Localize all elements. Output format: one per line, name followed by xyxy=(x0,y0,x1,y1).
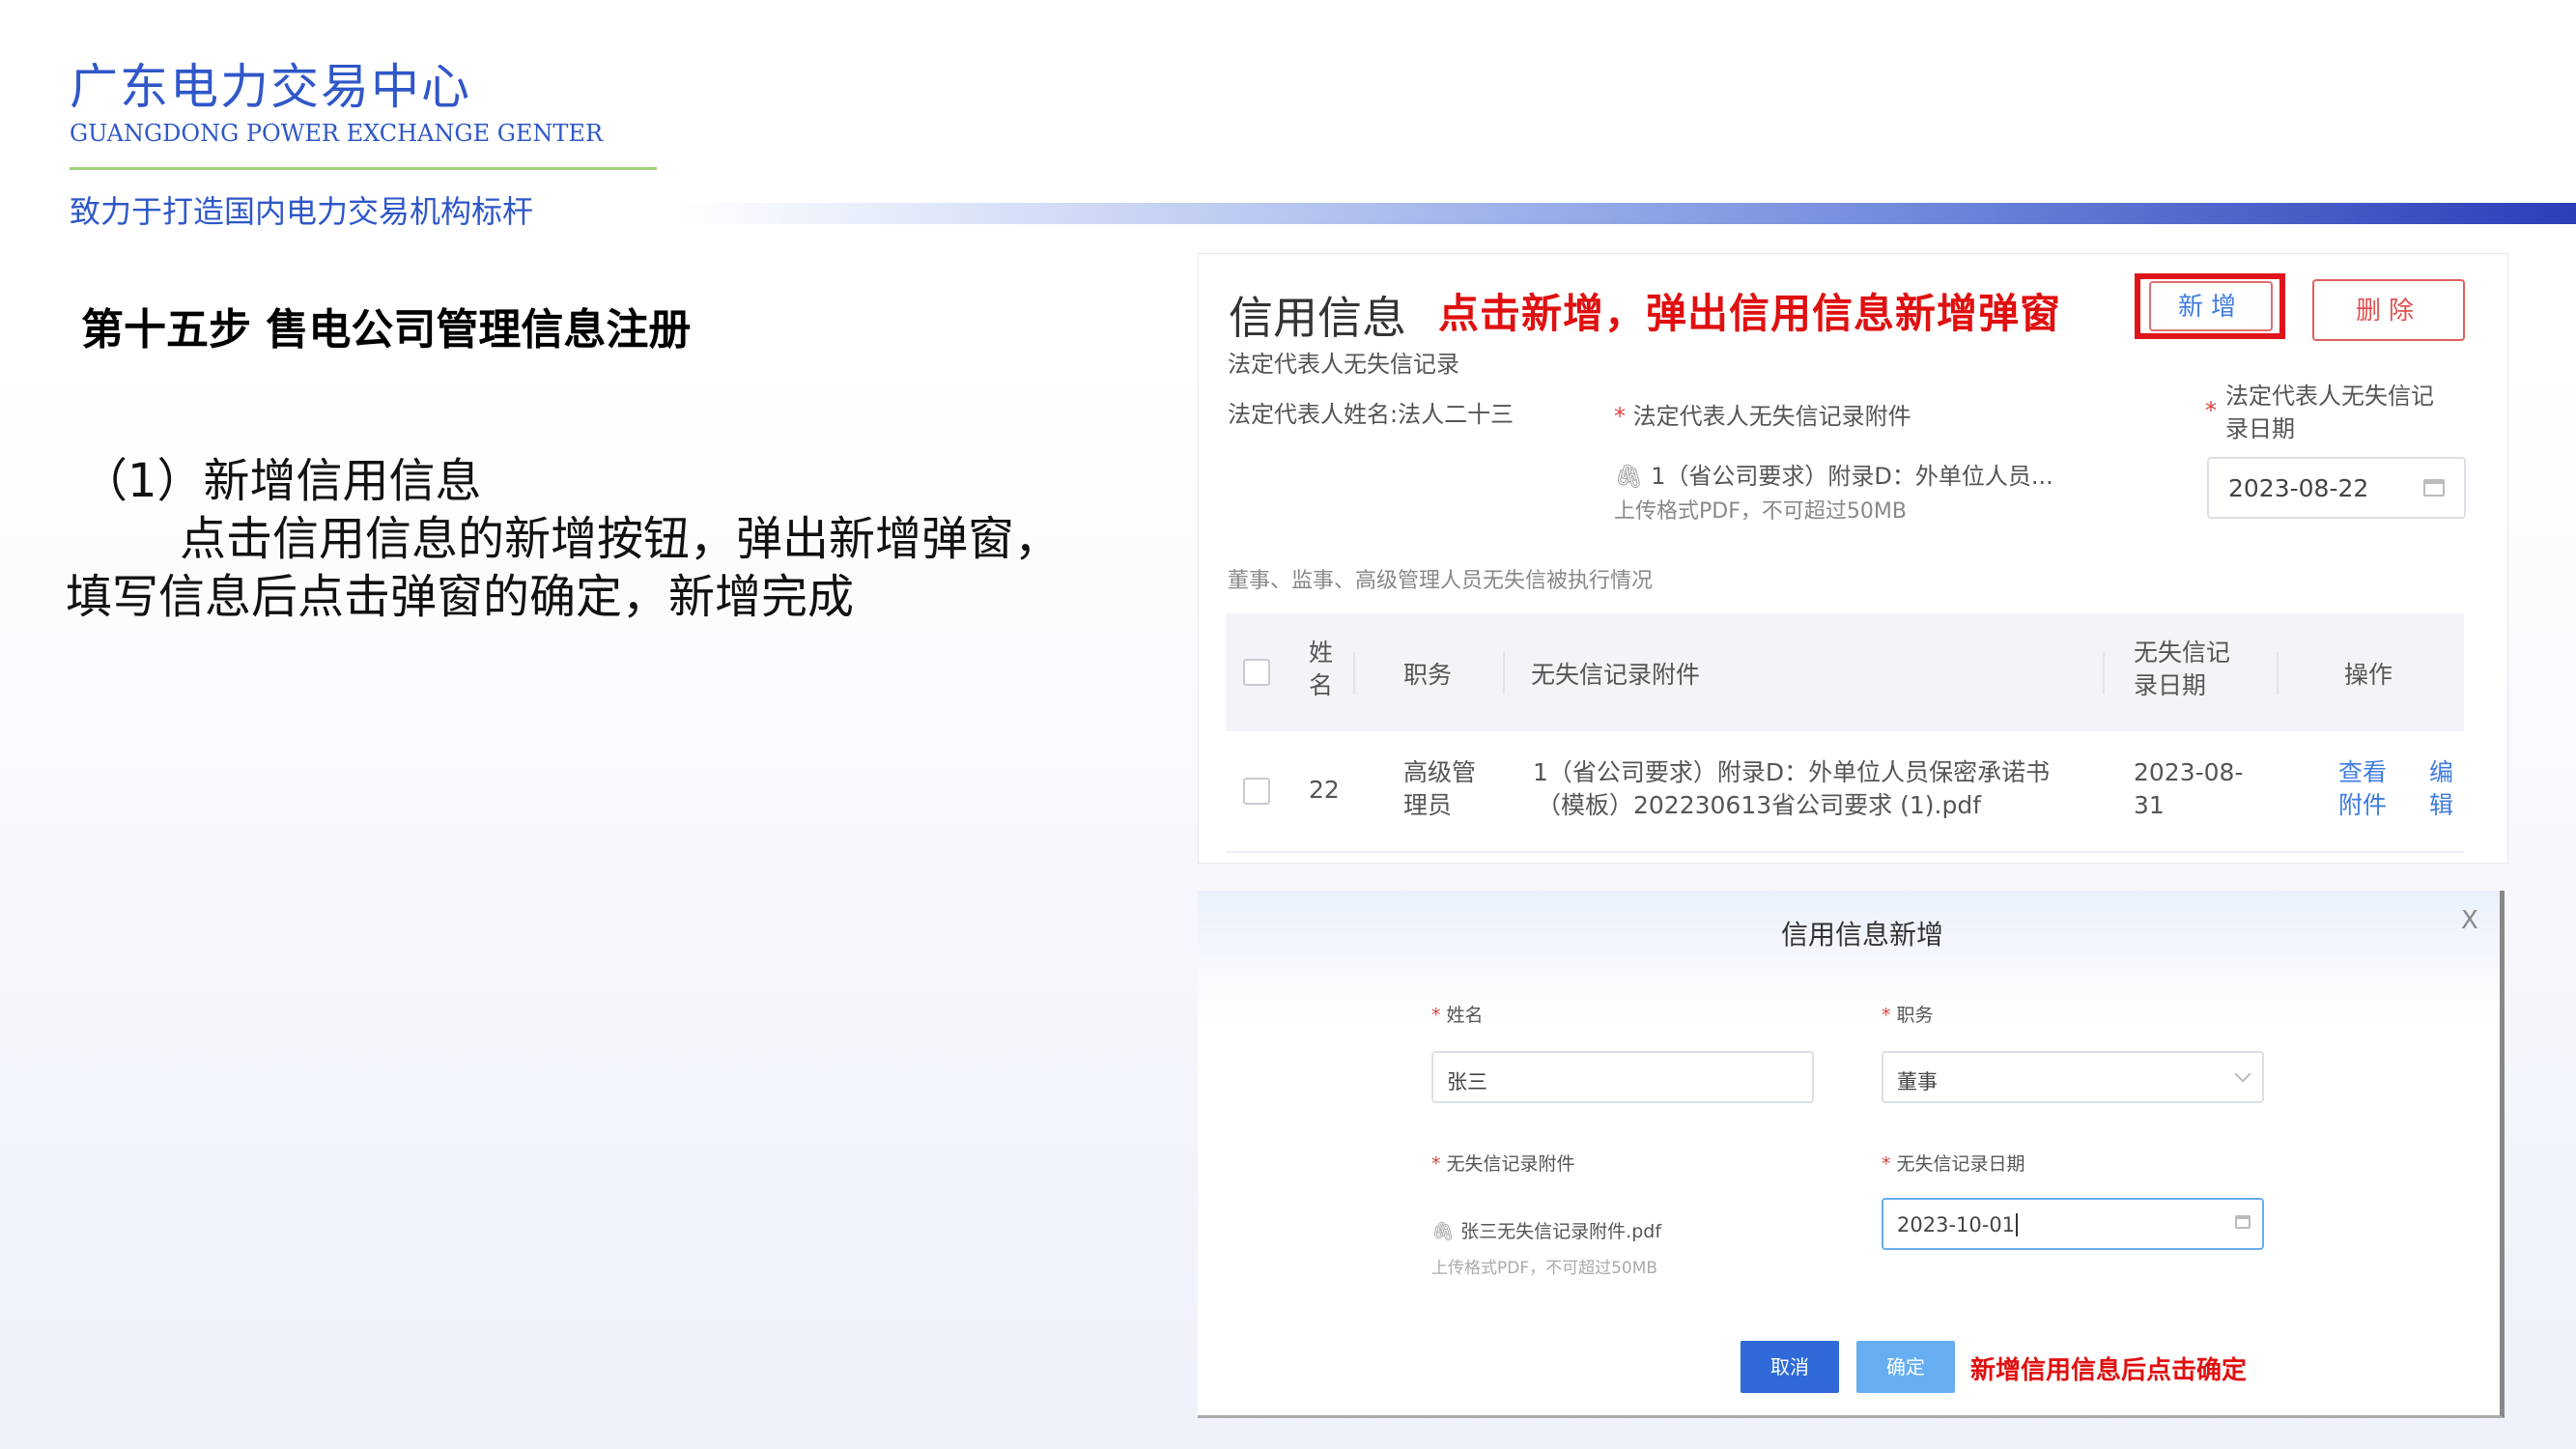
cell-text: 1（省公司要求）附录D：外单位人员保密承诺书 xyxy=(1533,758,2051,786)
input-value: 张三 xyxy=(1447,1070,1487,1094)
annotation-hint: 新增信用信息后点击确定 xyxy=(1970,1356,2248,1385)
calendar-icon xyxy=(2423,479,2445,497)
cell-name: 22 xyxy=(1309,776,1340,804)
attachment-file-link[interactable]: 🖇︎ 1（省公司要求）附录D：外单位人员... xyxy=(1614,457,2053,491)
credit-info-panel: 信用信息 点击新增，弹出信用信息新增弹窗 新增 删除 法定代表人无失信记录 法定… xyxy=(1198,253,2508,864)
link-text: 辑 xyxy=(2429,791,2454,819)
header-text: 名 xyxy=(1309,671,1334,699)
cell-position: 高级管 理员 xyxy=(1403,756,1476,822)
dialog-title: 信用信息新增 xyxy=(1781,919,1944,951)
cancel-button[interactable]: 取消 xyxy=(1741,1341,1839,1393)
attachment-file-link[interactable]: 🖇︎ 张三无失信记录附件.pdf xyxy=(1431,1217,1661,1243)
table-header: 姓 名 职务 无失信记录附件 无失信记 录日期 操作 xyxy=(1226,613,2464,731)
date-picker[interactable]: 2023-08-22 xyxy=(2207,457,2466,519)
close-icon[interactable]: X xyxy=(2461,906,2478,935)
required-mark: * xyxy=(2205,397,2217,424)
date-value: 2023-10-01 xyxy=(1897,1213,2019,1236)
position-select[interactable]: 董事 xyxy=(1882,1051,2264,1103)
date-label-line: 录日期 xyxy=(2225,415,2295,442)
paperclip-icon: 🖇︎ xyxy=(1614,463,1652,490)
name-input[interactable]: 张三 xyxy=(1431,1051,1814,1103)
cell-text: 2023-08- xyxy=(2134,758,2244,786)
date-label: * 无失信记录日期 xyxy=(1882,1153,2025,1175)
table-row: 22 高级管 理员 1（省公司要求）附录D：外单位人员保密承诺书 （模板）202… xyxy=(1226,731,2464,853)
column-divider xyxy=(2103,652,2105,695)
attachment-label: * 法定代表人无失信记录附件 xyxy=(1614,403,1911,430)
description-line: 填写信息后点击弹窗的确定，新增完成 xyxy=(66,570,855,624)
date-label: 法定代表人无失信记 录日期 xyxy=(2225,380,2434,445)
header-position: 职务 xyxy=(1403,661,1453,689)
header-attachment: 无失信记录附件 xyxy=(1531,661,1701,689)
column-divider xyxy=(1503,652,1505,695)
attachment-label: * 无失信记录附件 xyxy=(1431,1153,1575,1175)
legal-rep-name: 法定代表人姓名:法人二十三 xyxy=(1228,395,1514,429)
header-actions: 操作 xyxy=(2344,661,2393,689)
attachment-label-text: 法定代表人无失信记录附件 xyxy=(1632,403,1911,430)
cell-text: 理员 xyxy=(1403,791,1453,819)
label-text: 无失信记录附件 xyxy=(1446,1153,1575,1175)
upload-hint: 上传格式PDF，不可超过50MB xyxy=(1614,499,1907,524)
header-gradient-bar xyxy=(676,203,2576,224)
header-name: 姓 名 xyxy=(1309,637,1333,702)
link-text: 附件 xyxy=(2338,791,2388,819)
edit-link[interactable]: 编 辑 xyxy=(2429,756,2453,822)
link-text: 查看 xyxy=(2338,758,2388,786)
name-label: * 姓名 xyxy=(1431,1005,1484,1026)
step-title: 第十五步 售电公司管理信息注册 xyxy=(81,305,692,355)
section-title: 董事、监事、高级管理人员无失信被执行情况 xyxy=(1228,569,1654,593)
link-text: 编 xyxy=(2429,758,2454,786)
label-text: 无失信记录日期 xyxy=(1896,1153,2025,1175)
position-label: * 职务 xyxy=(1882,1005,1934,1026)
add-button[interactable]: 新增 xyxy=(2149,281,2273,331)
org-name: 广东电力交易中心 xyxy=(70,59,471,115)
calendar-icon xyxy=(2235,1215,2250,1229)
view-attachment-link[interactable]: 查看 附件 xyxy=(2338,756,2387,822)
date-picker[interactable]: 2023-10-01 xyxy=(1882,1198,2264,1250)
label-text: 职务 xyxy=(1896,1005,1934,1026)
credit-add-dialog: 信用信息新增 X * 姓名 张三 * 职务 董事 * 无失信记录附件 🖇︎ 张三… xyxy=(1198,891,2505,1418)
column-divider xyxy=(2277,652,2279,695)
confirm-button[interactable]: 确定 xyxy=(1856,1341,1955,1393)
select-all-checkbox[interactable] xyxy=(1243,659,1270,686)
header-text: 录日期 xyxy=(2134,671,2207,699)
paperclip-icon: 🖇︎ xyxy=(1431,1221,1461,1242)
cell-text: 31 xyxy=(2134,791,2165,819)
delete-button[interactable]: 删除 xyxy=(2312,279,2465,341)
panel-title: 信用信息 xyxy=(1229,292,1406,344)
column-divider xyxy=(1353,652,1355,695)
cell-text: 高级管 xyxy=(1403,758,1477,786)
annotation-hint: 点击新增，弹出信用信息新增弹窗 xyxy=(1438,290,2062,337)
date-label-line: 法定代表人无失信记 xyxy=(2225,383,2434,410)
cell-date: 2023-08- 31 xyxy=(2134,756,2243,822)
header-text: 无失信记 xyxy=(2134,639,2231,667)
cell-text: （模板）202230613省公司要求 (1).pdf xyxy=(1537,791,1981,819)
header-date: 无失信记 录日期 xyxy=(2134,637,2230,702)
row-checkbox[interactable] xyxy=(1243,778,1270,805)
legal-rep-name-value: 法人二十三 xyxy=(1398,401,1514,428)
header-divider xyxy=(70,167,657,170)
upload-hint: 上传格式PDF，不可超过50MB xyxy=(1431,1259,1658,1278)
attachment-file-name: 张三无失信记录附件.pdf xyxy=(1460,1221,1662,1242)
date-value: 2023-08-22 xyxy=(2228,474,2369,502)
header-text: 姓 xyxy=(1309,639,1334,667)
slogan: 致力于打造国内电力交易机构标杆 xyxy=(70,193,534,230)
attachment-file-name: 1（省公司要求）附录D：外单位人员... xyxy=(1651,463,2053,490)
legal-rep-name-label: 法定代表人姓名: xyxy=(1228,401,1399,428)
org-name-en: GUANGDONG POWER EXCHANGE GENTER xyxy=(70,120,604,147)
chevron-down-icon xyxy=(2234,1065,2251,1083)
cell-attachment: 1（省公司要求）附录D：外单位人员保密承诺书 （模板）202230613省公司要… xyxy=(1533,756,2050,822)
section-title: 法定代表人无失信记录 xyxy=(1228,351,1459,378)
select-value: 董事 xyxy=(1897,1070,1938,1094)
label-text: 姓名 xyxy=(1446,1005,1484,1026)
